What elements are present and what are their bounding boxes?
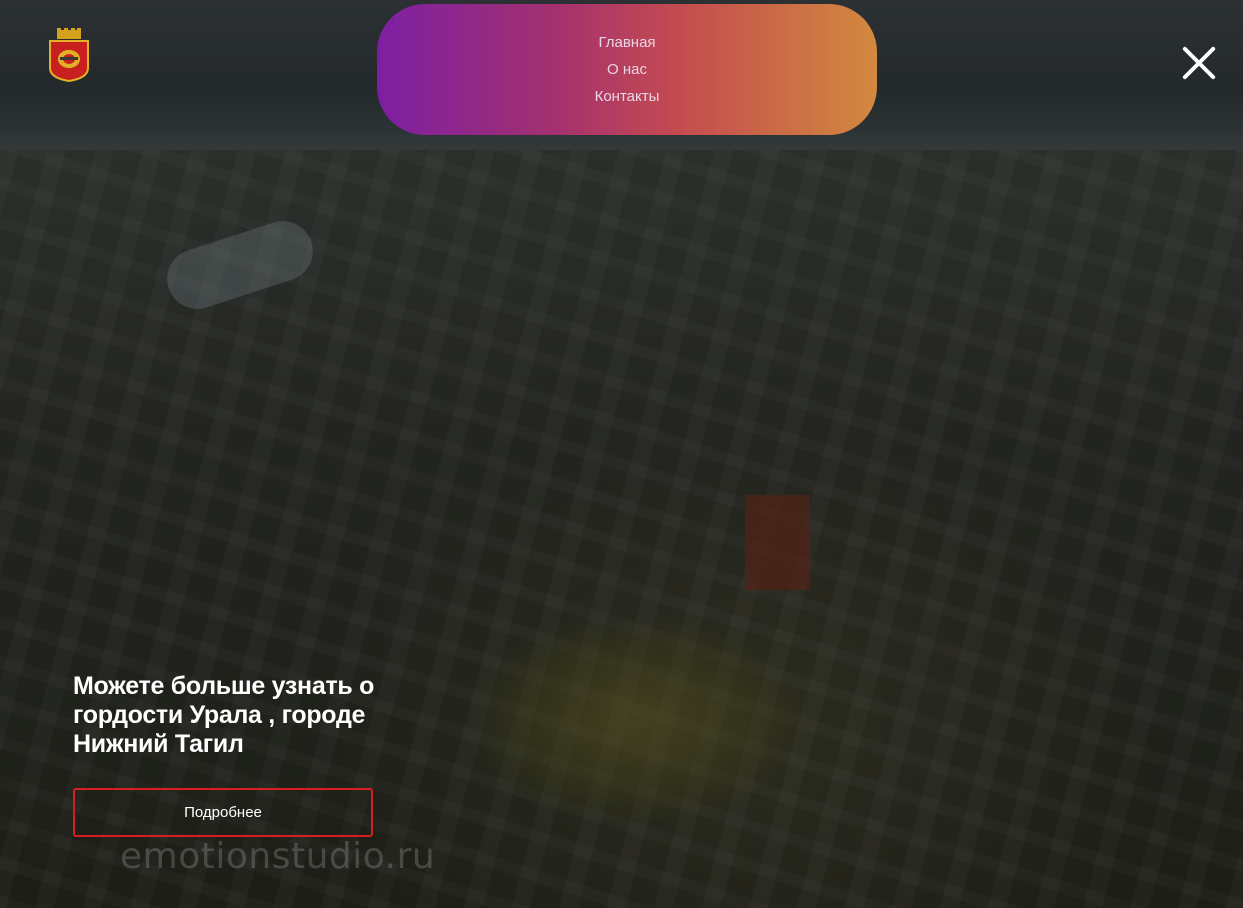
main-nav: Главная О нас Контакты — [377, 4, 877, 135]
background-overlay — [0, 0, 1243, 908]
nav-item-home[interactable]: Главная — [598, 34, 655, 52]
city-coat-of-arms-icon[interactable] — [48, 28, 90, 83]
hero-title: Можете больше узнать о гордости Урала , … — [73, 672, 375, 758]
watermark: emotionstudio.ru — [120, 836, 436, 877]
close-icon[interactable] — [1180, 44, 1218, 82]
more-details-button[interactable]: Подробнее — [73, 788, 373, 837]
nav-item-about[interactable]: О нас — [607, 61, 647, 79]
nav-item-contacts[interactable]: Контакты — [595, 88, 660, 106]
page: emotionstudio.ru Главная О нас Контакты … — [0, 0, 1243, 908]
background-photo: emotionstudio.ru — [0, 0, 1243, 908]
